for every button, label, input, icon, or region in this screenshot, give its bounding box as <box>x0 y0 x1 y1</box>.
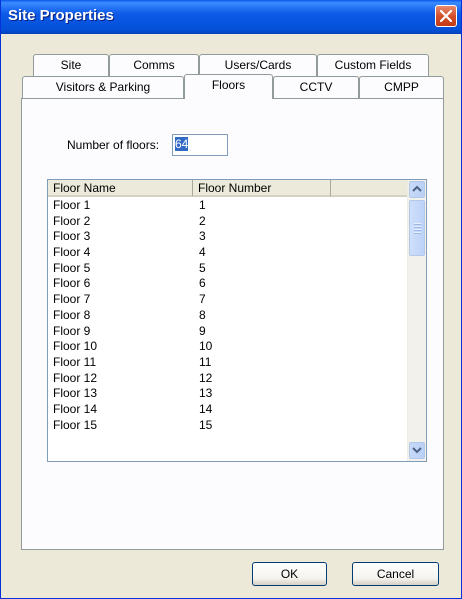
floor-name-cell: Floor 9 <box>53 323 91 338</box>
floor-number-cell: 12 <box>199 370 213 385</box>
table-row[interactable]: Floor 2 2 <box>48 214 408 230</box>
table-row[interactable]: Floor 5 5 <box>48 261 408 277</box>
ok-button[interactable]: OK <box>252 562 327 586</box>
floor-number-cell: 14 <box>199 401 213 416</box>
close-button[interactable] <box>435 5 457 27</box>
window-title: Site Properties <box>8 7 114 24</box>
floor-name-cell: Floor 14 <box>53 401 98 416</box>
table-row[interactable]: Floor 9 9 <box>48 324 408 340</box>
table-row[interactable]: Floor 1 1 <box>48 198 408 214</box>
floor-name-cell: Floor 8 <box>53 307 91 322</box>
scroll-up-button[interactable] <box>409 181 425 198</box>
tab-label: CMPP <box>384 80 419 94</box>
table-row[interactable]: Floor 4 4 <box>48 245 408 261</box>
tab-label: Users/Cards <box>224 58 292 72</box>
floor-number-cell: 6 <box>199 276 206 291</box>
table-row[interactable]: Floor 15 15 <box>48 418 408 434</box>
floor-name-cell: Floor 6 <box>53 276 91 291</box>
column-header-empty[interactable] <box>331 180 408 197</box>
table-row[interactable]: Floor 3 3 <box>48 229 408 245</box>
tab-cctv[interactable]: CCTV <box>273 76 359 98</box>
cancel-button[interactable]: Cancel <box>352 562 439 586</box>
tab-label: Floors <box>211 78 246 92</box>
tab-floors[interactable]: Floors <box>184 74 273 99</box>
floor-number-cell: 9 <box>199 323 206 338</box>
table-row[interactable]: Floor 14 14 <box>48 402 408 418</box>
floor-number-cell: 5 <box>199 260 206 275</box>
floor-name-cell: Floor 5 <box>53 260 91 275</box>
tab-comms[interactable]: Comms <box>109 54 199 76</box>
number-of-floors-label: Number of floors: <box>67 138 160 152</box>
chevron-up-icon <box>412 185 422 192</box>
floor-name-cell: Floor 15 <box>53 417 98 432</box>
number-of-floors-input[interactable]: 64 <box>172 134 228 156</box>
floors-list-rows: Floor 1 1 Floor 2 2 Floor 3 3 Floor 4 4 Floor 55… <box>48 198 408 433</box>
floor-number-cell: 4 <box>199 245 206 260</box>
floor-name-cell: Floor 7 <box>53 292 91 307</box>
column-header-label: Floor Name <box>53 181 116 195</box>
table-row[interactable]: Floor 13 13 <box>48 386 408 402</box>
tab-label: Visitors & Parking <box>55 80 151 94</box>
floor-number-cell: 13 <box>199 386 213 401</box>
scroll-thumb-grip <box>414 226 421 228</box>
floor-name-cell: Floor 10 <box>53 339 98 354</box>
scroll-down-button[interactable] <box>409 442 425 459</box>
floor-number-cell: 2 <box>199 213 206 228</box>
floor-name-cell: Floor 3 <box>53 229 91 244</box>
table-row[interactable]: Floor 11 11 <box>48 355 408 371</box>
column-header-label: Floor Number <box>198 181 272 195</box>
title-bar[interactable]: Site Properties <box>1 0 461 34</box>
tab-cmpp[interactable]: CMPP <box>359 76 444 98</box>
tab-users-cards[interactable]: Users/Cards <box>199 54 317 76</box>
table-row[interactable]: Floor 10 10 <box>48 339 408 355</box>
number-of-floors-value: 64 <box>175 137 189 151</box>
close-icon <box>440 10 452 22</box>
scroll-thumb-grip <box>414 223 421 225</box>
tab-label: Custom Fields <box>334 58 412 72</box>
floor-name-cell: Floor 11 <box>53 354 97 369</box>
floor-number-cell: 10 <box>199 339 213 354</box>
scroll-thumb-grip <box>414 232 421 234</box>
floor-number-cell: 15 <box>199 417 213 432</box>
floors-list[interactable]: Floor Name Floor Number Floor 1 1 Floor 2 2… <box>47 179 427 462</box>
site-properties-dialog: Site Properties Site Comms Users/Cards C… <box>0 0 462 599</box>
column-header-floor-name[interactable]: Floor Name <box>48 180 193 197</box>
floor-name-cell: Floor 4 <box>53 245 91 260</box>
floor-name-cell: Floor 2 <box>53 213 91 228</box>
floor-number-cell: 3 <box>199 229 206 244</box>
floor-number-cell: 11 <box>199 354 212 369</box>
floor-number-cell: 1 <box>199 198 206 212</box>
column-header-floor-number[interactable]: Floor Number <box>193 180 331 197</box>
table-row[interactable]: Floor 8 8 <box>48 308 408 324</box>
floor-name-cell: Floor 1 <box>53 198 91 212</box>
floor-name-cell: Floor 13 <box>53 386 98 401</box>
tab-custom-fields[interactable]: Custom Fields <box>317 54 429 76</box>
chevron-down-icon <box>412 447 422 454</box>
table-row[interactable]: Floor 7 7 <box>48 292 408 308</box>
floor-number-cell: 7 <box>199 292 206 307</box>
tab-label: CCTV <box>299 80 333 94</box>
scroll-thumb[interactable] <box>409 200 425 256</box>
table-row[interactable]: Floor 6 6 <box>48 276 408 292</box>
tab-visitors-parking[interactable]: Visitors & Parking <box>22 76 184 98</box>
tab-label: Comms <box>133 58 175 72</box>
scroll-thumb-grip <box>414 229 421 231</box>
vertical-scrollbar[interactable] <box>407 180 426 461</box>
table-row[interactable]: Floor 12 12 <box>48 371 408 387</box>
tab-label: Site <box>60 58 82 72</box>
floor-name-cell: Floor 12 <box>53 370 98 385</box>
tab-site[interactable]: Site <box>33 54 109 76</box>
floor-number-cell: 8 <box>199 307 206 322</box>
